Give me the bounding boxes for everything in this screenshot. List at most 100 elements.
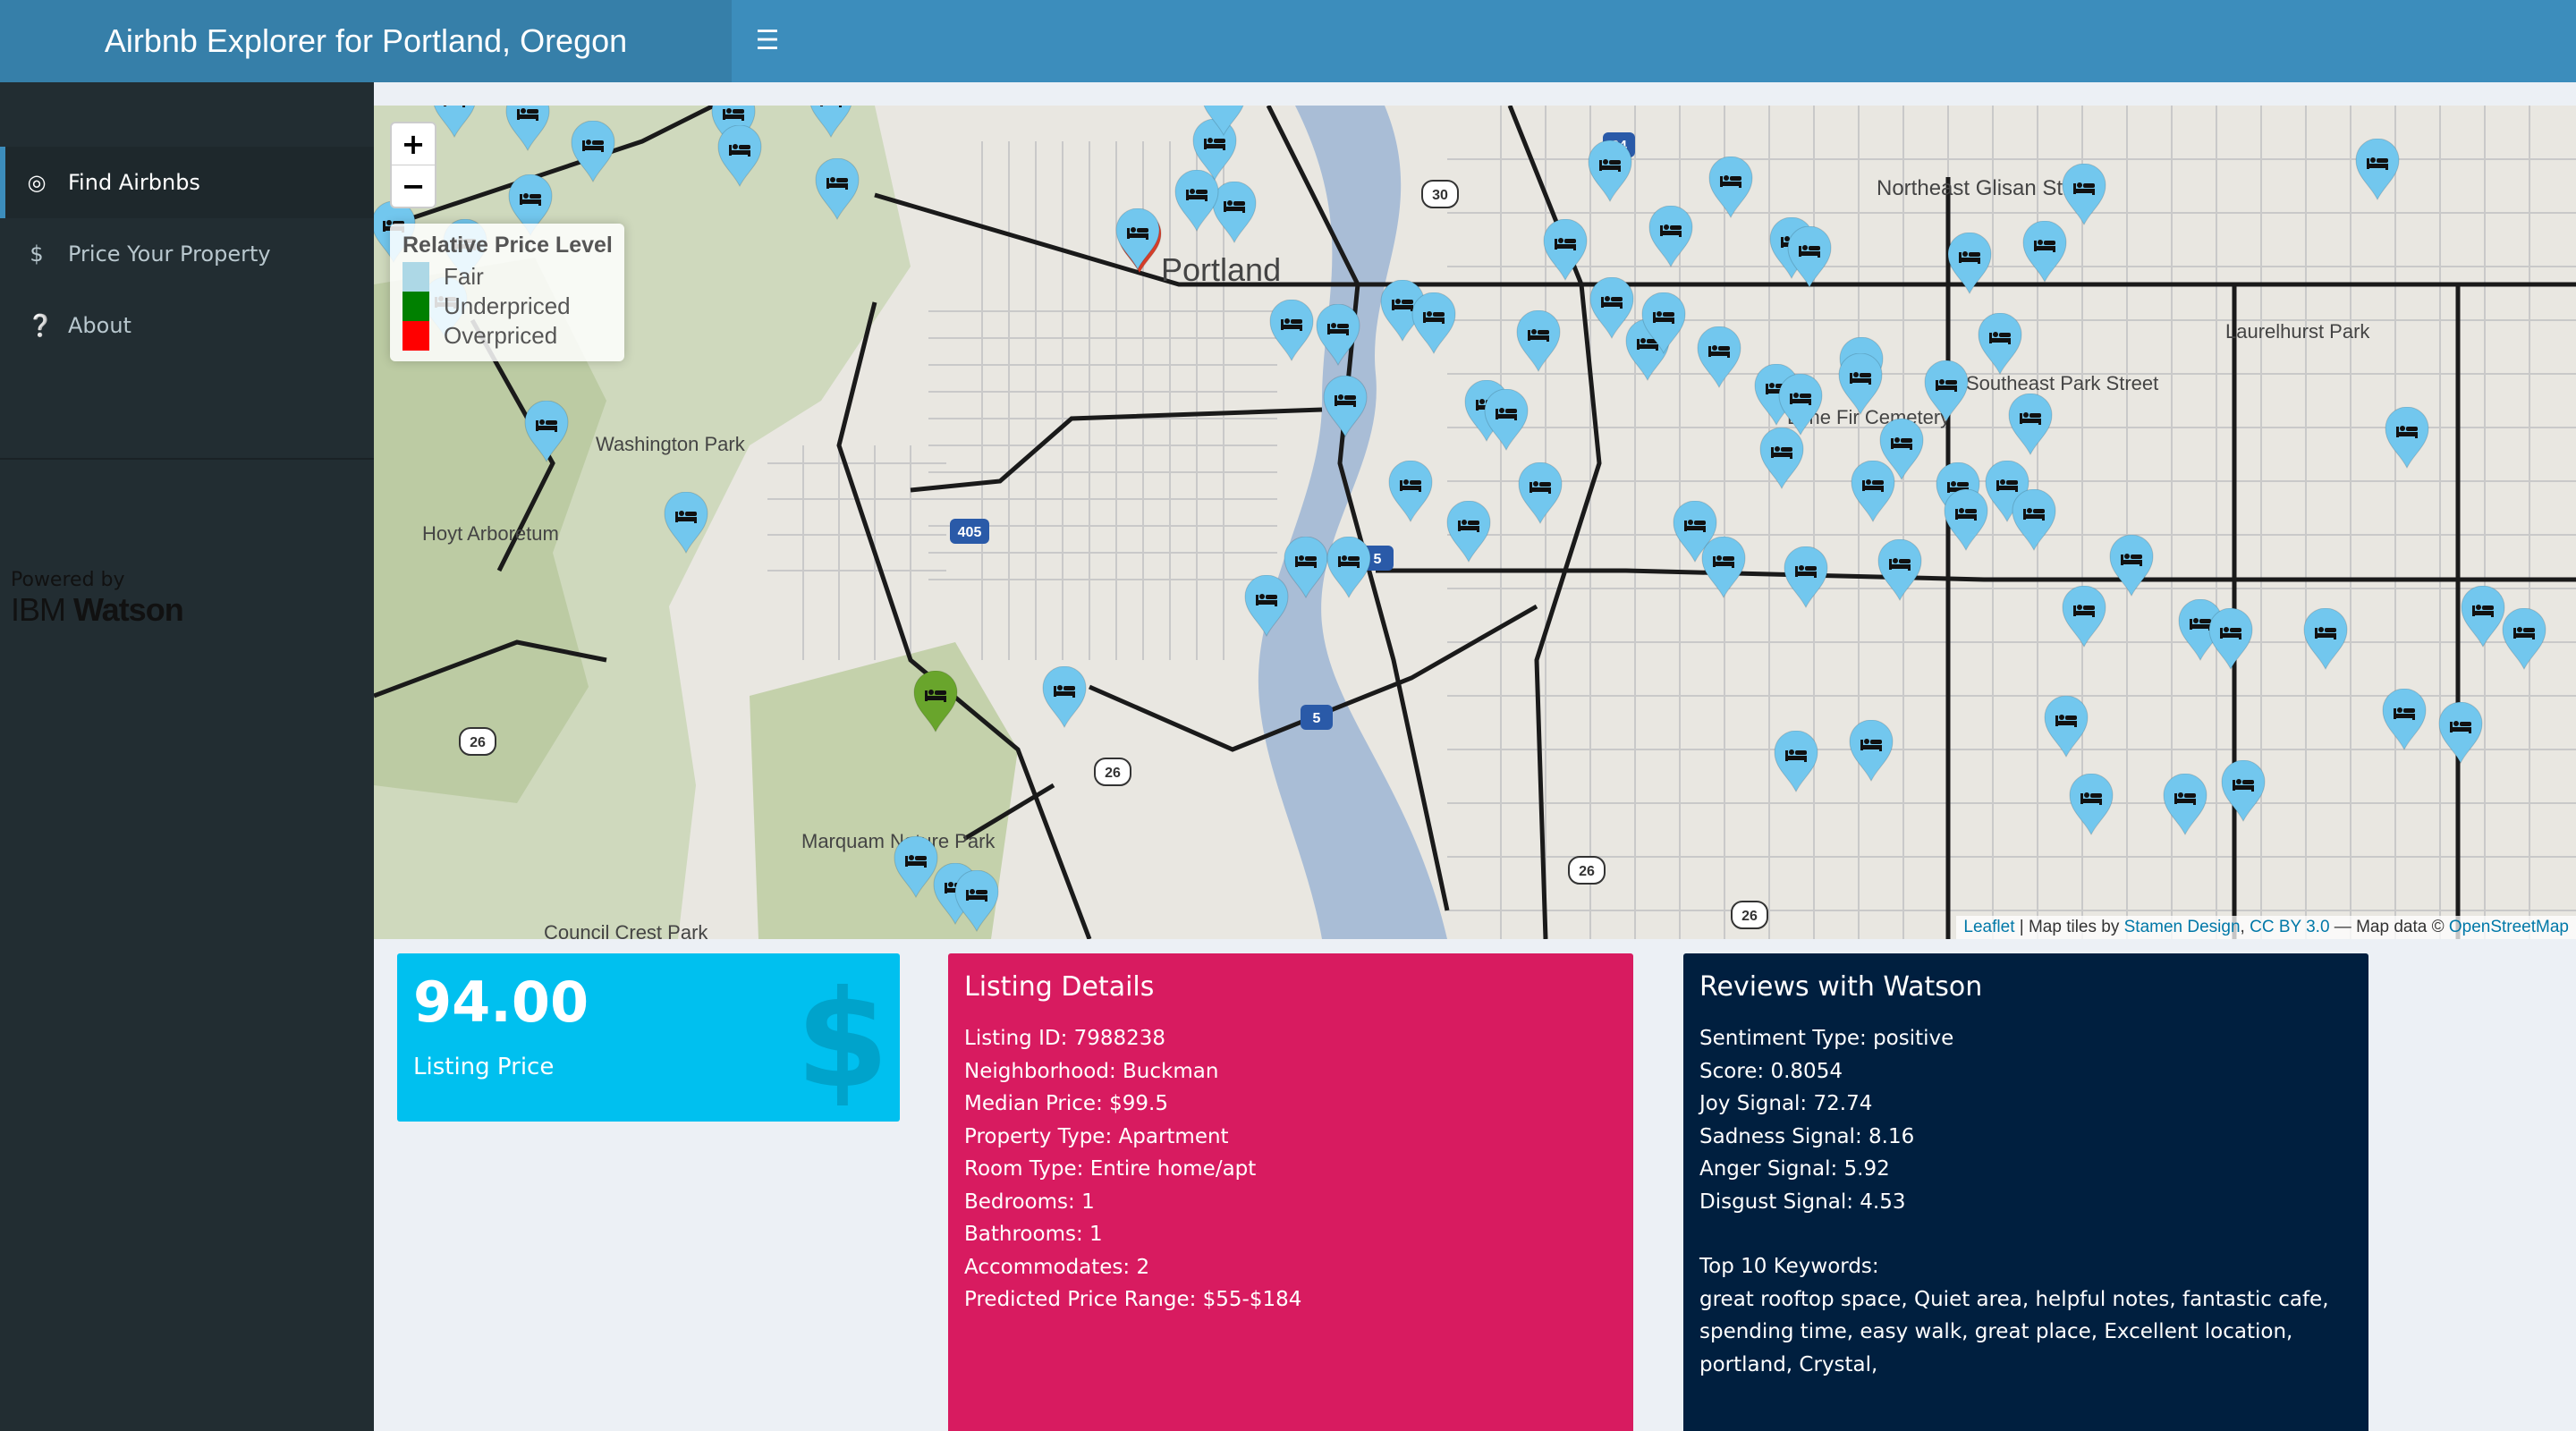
listing-details-box: Listing Details Listing ID: 7988238 Neig… bbox=[948, 953, 1633, 1431]
ibm-watson-brand: IBM Watson bbox=[11, 591, 184, 628]
sidebar-divider bbox=[0, 458, 374, 460]
map-marker[interactable] bbox=[2460, 585, 2506, 648]
map-marker[interactable] bbox=[1322, 375, 1368, 438]
map-marker[interactable] bbox=[570, 120, 616, 183]
map-marker[interactable] bbox=[1326, 536, 1372, 599]
map-marker[interactable] bbox=[1445, 500, 1492, 563]
map-marker[interactable] bbox=[912, 670, 959, 733]
bed-icon bbox=[2461, 585, 2505, 648]
map-marker[interactable] bbox=[1758, 427, 1805, 490]
bed-icon bbox=[1784, 546, 1828, 609]
map-marker[interactable] bbox=[1587, 140, 1633, 203]
bed-icon bbox=[2303, 607, 2348, 671]
map-marker[interactable] bbox=[1777, 373, 1824, 436]
map-marker[interactable] bbox=[1268, 299, 1315, 362]
app-title[interactable]: Airbnb Explorer for Portland, Oregon bbox=[0, 0, 732, 82]
bed-icon bbox=[1944, 488, 1988, 552]
leaflet-link[interactable]: Leaflet bbox=[1963, 918, 2014, 936]
map-marker[interactable] bbox=[2501, 607, 2547, 671]
map-marker[interactable] bbox=[1700, 536, 1747, 599]
map-marker[interactable] bbox=[1114, 207, 1161, 271]
map-marker[interactable] bbox=[2302, 607, 2349, 671]
map-marker[interactable] bbox=[1837, 352, 1884, 416]
osm-link[interactable]: OpenStreetMap bbox=[2449, 918, 2569, 936]
map-marker[interactable] bbox=[2108, 534, 2155, 597]
license-link[interactable]: CC BY 3.0 bbox=[2250, 918, 2329, 936]
map-marker[interactable] bbox=[2043, 695, 2089, 758]
bed-icon bbox=[1446, 500, 1491, 563]
map-marker[interactable] bbox=[1243, 574, 1290, 638]
sidebar-item-find-airbnbs[interactable]: ◎ Find Airbnbs bbox=[0, 147, 374, 218]
map-marker[interactable] bbox=[2061, 163, 2107, 226]
bed-icon bbox=[1244, 574, 1289, 638]
map-marker[interactable] bbox=[1387, 460, 1434, 523]
sidebar-item-about[interactable]: ❔ About bbox=[0, 290, 374, 361]
keywords-list: great rooftop space, Quiet area, helpful… bbox=[1699, 1287, 2329, 1376]
bed-icon bbox=[524, 400, 569, 463]
map-marker[interactable] bbox=[1589, 276, 1635, 340]
hamburger-icon[interactable]: ☰ bbox=[750, 23, 785, 59]
map-marker[interactable] bbox=[1411, 292, 1457, 355]
map-marker[interactable] bbox=[1783, 546, 1829, 609]
map-marker[interactable] bbox=[2354, 138, 2401, 201]
map-label-washington-park: Washington Park bbox=[596, 433, 746, 455]
map-marker[interactable] bbox=[1923, 360, 1970, 423]
map-marker[interactable] bbox=[1041, 665, 1088, 729]
map-marker[interactable] bbox=[2384, 406, 2430, 470]
map-marker[interactable] bbox=[2162, 773, 2208, 836]
map[interactable]: Portland Washington Park Hoyt Arboretum … bbox=[374, 106, 2576, 939]
map-marker[interactable] bbox=[1315, 303, 1361, 367]
map-marker[interactable] bbox=[1483, 388, 1530, 452]
bed-icon bbox=[505, 106, 550, 152]
map-marker[interactable] bbox=[2381, 688, 2428, 751]
map-marker[interactable] bbox=[1773, 730, 1819, 793]
map-marker[interactable] bbox=[1878, 418, 1925, 481]
map-marker[interactable] bbox=[2007, 393, 2054, 456]
bed-icon bbox=[2109, 534, 2154, 597]
map-marker[interactable] bbox=[1517, 461, 1563, 525]
map-marker[interactable] bbox=[1515, 309, 1562, 373]
map-marker[interactable] bbox=[2220, 759, 2267, 823]
detail-median-price: Median Price: $99.5 bbox=[964, 1092, 1168, 1115]
map-marker[interactable] bbox=[1848, 719, 1894, 783]
map-marker[interactable] bbox=[808, 106, 854, 139]
map-marker[interactable] bbox=[2068, 773, 2114, 836]
map-marker[interactable] bbox=[1946, 232, 1993, 295]
map-marker[interactable] bbox=[1640, 292, 1687, 355]
map-marker[interactable] bbox=[663, 491, 709, 555]
map-marker[interactable] bbox=[431, 106, 478, 139]
map-marker[interactable] bbox=[2061, 585, 2107, 648]
map-marker[interactable] bbox=[953, 869, 1000, 933]
bed-icon bbox=[1879, 418, 1924, 481]
map-marker[interactable] bbox=[2437, 701, 2484, 765]
map-marker[interactable] bbox=[1696, 326, 1742, 389]
map-marker[interactable] bbox=[1877, 538, 1923, 602]
stamen-link[interactable]: Stamen Design bbox=[2124, 918, 2241, 936]
map-marker[interactable] bbox=[2011, 488, 2057, 552]
map-marker[interactable] bbox=[1977, 312, 2023, 376]
map-marker[interactable] bbox=[716, 124, 763, 188]
map-marker[interactable] bbox=[1707, 156, 1754, 219]
zoom-control: + − bbox=[390, 122, 436, 208]
legend-swatch-overpriced bbox=[402, 321, 429, 351]
map-marker[interactable] bbox=[1200, 106, 1247, 137]
map-marker[interactable] bbox=[1786, 225, 1833, 289]
map-marker[interactable] bbox=[2207, 607, 2254, 671]
reviews-box: Reviews with Watson Sentiment Type: posi… bbox=[1683, 953, 2368, 1431]
sidebar-item-price-your-property[interactable]: $ Price Your Property bbox=[0, 218, 374, 290]
zoom-out-button[interactable]: − bbox=[392, 165, 435, 207]
keywords-title: Top 10 Keywords: bbox=[1699, 1255, 1879, 1278]
legend-swatch-fair bbox=[402, 262, 429, 292]
map-marker[interactable] bbox=[523, 400, 570, 463]
map-marker[interactable] bbox=[814, 157, 860, 221]
map-marker[interactable] bbox=[2021, 220, 2068, 284]
map-marker[interactable] bbox=[1648, 205, 1694, 268]
map-marker[interactable] bbox=[1943, 488, 1989, 552]
map-marker[interactable] bbox=[504, 106, 551, 152]
zoom-in-button[interactable]: + bbox=[392, 123, 435, 165]
detail-property-type: Property Type: Apartment bbox=[964, 1124, 1229, 1148]
sidebar-menu: ◎ Find Airbnbs $ Price Your Property ❔ A… bbox=[0, 147, 374, 361]
dollar-icon: $ bbox=[795, 962, 889, 1118]
listing-price-label: Listing Price bbox=[413, 1054, 555, 1080]
map-marker[interactable] bbox=[1542, 218, 1589, 282]
